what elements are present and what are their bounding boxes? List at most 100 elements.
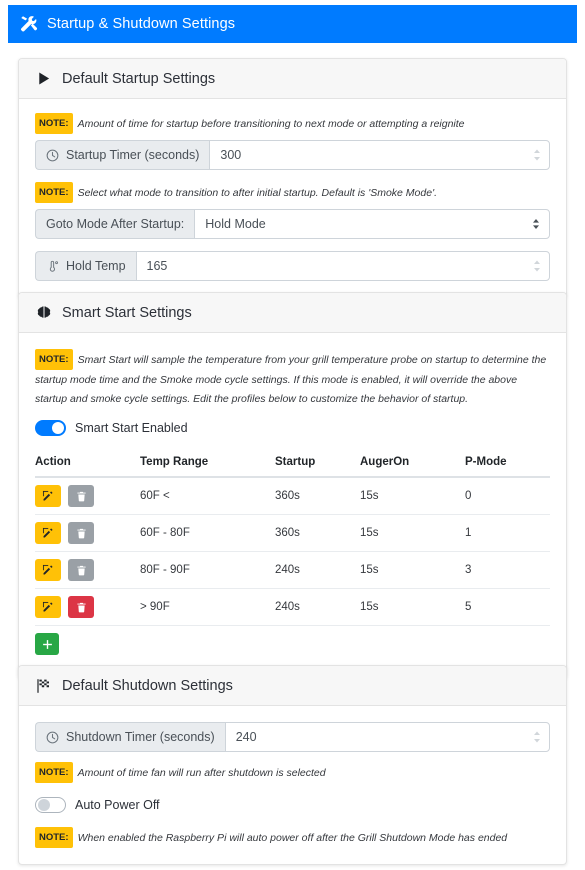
hold-temp-input[interactable]: 165 [135, 251, 550, 281]
shutdown-timer-label: Shutdown Timer (seconds) [66, 730, 215, 744]
number-spinner-icon[interactable] [530, 147, 543, 163]
clock-icon [46, 731, 59, 744]
note-text: Amount of time for startup before transi… [77, 118, 465, 130]
startup-timer-label-addon: Startup Timer (seconds) [35, 140, 210, 170]
column-header-temp-range: Temp Range [140, 450, 275, 478]
startup-section-header[interactable]: Default Startup Settings [19, 59, 566, 99]
startup-timer-note: NOTE: Amount of time for startup before t… [35, 113, 550, 134]
tools-icon [20, 15, 38, 33]
cell-startup: 360s [275, 514, 360, 552]
column-header-startup: Startup [275, 450, 360, 478]
toggle-knob [38, 799, 50, 811]
shutdown-section-body: Shutdown Timer (seconds) 240 NOTE: Amount… [19, 706, 566, 864]
goto-mode-value: Hold Mode [205, 217, 266, 231]
app-title: Startup & Shutdown Settings [47, 16, 236, 32]
shutdown-timer-label-addon: Shutdown Timer (seconds) [35, 722, 225, 752]
shutdown-section-header[interactable]: Default Shutdown Settings [19, 666, 566, 706]
cell-temp-range: > 90F [140, 588, 275, 626]
hold-temp-label-addon: Hold Temp [35, 251, 136, 281]
hold-temp-group: Hold Temp 165 [35, 251, 550, 281]
cell-temp-range: 60F < [140, 477, 275, 515]
hold-temp-label: Hold Temp [66, 259, 126, 273]
smart-start-toggle-label: Smart Start Enabled [75, 421, 188, 435]
startup-section-title: Default Startup Settings [62, 70, 216, 87]
note-text: Smart Start will sample the temperature … [35, 354, 547, 405]
smart-start-section-title: Smart Start Settings [62, 304, 192, 321]
auto-power-off-note: NOTE: When enabled the Raspberry Pi will … [35, 827, 550, 848]
cell-pmode: 0 [465, 477, 550, 515]
number-spinner-icon[interactable] [530, 729, 543, 745]
cell-startup: 360s [275, 477, 360, 515]
delete-profile-button[interactable] [68, 559, 95, 581]
table-header-row: Action Temp Range Startup AugerOn P-Mode [35, 450, 550, 478]
add-profile-button[interactable] [35, 633, 59, 655]
smart-start-section-body: NOTE: Smart Start will sample the tempera… [19, 333, 566, 678]
settings-page: Startup & Shutdown Settings Default Star… [0, 0, 585, 870]
note-badge: NOTE: [35, 762, 73, 783]
goto-mode-label-addon: Goto Mode After Startup: [35, 209, 195, 239]
edit-profile-button[interactable] [35, 485, 61, 507]
table-add-row [35, 626, 550, 663]
toggle-knob [52, 422, 64, 434]
checkered-flag-icon [35, 677, 52, 694]
auto-power-off-toggle[interactable] [35, 797, 66, 813]
column-header-action: Action [35, 450, 140, 478]
note-badge: NOTE: [35, 113, 73, 134]
shutdown-timer-input[interactable]: 240 [224, 722, 550, 752]
startup-timer-value: 300 [220, 148, 242, 162]
cell-augeron: 15s [360, 477, 465, 515]
table-row: > 90F 240s 15s 5 [35, 588, 550, 626]
table-row: 60F < 360s 15s 0 [35, 477, 550, 515]
delete-profile-button[interactable] [68, 485, 95, 507]
column-header-pmode: P-Mode [465, 450, 550, 478]
shutdown-section-title: Default Shutdown Settings [62, 677, 233, 694]
chevron-up-down-icon[interactable] [531, 217, 541, 231]
row-actions [35, 477, 140, 515]
app-header: Startup & Shutdown Settings [8, 5, 577, 43]
smart-start-toggle-row[interactable]: Smart Start Enabled [35, 420, 550, 436]
goto-mode-select[interactable]: Hold Mode [194, 209, 550, 239]
note-text: Amount of time fan will run after shutdo… [77, 767, 326, 779]
delete-profile-button[interactable] [68, 596, 95, 618]
table-row: 60F - 80F 360s 15s 1 [35, 514, 550, 552]
brain-icon [35, 304, 52, 321]
note-badge: NOTE: [35, 182, 73, 203]
goto-mode-label: Goto Mode After Startup: [46, 217, 185, 231]
hold-temp-value: 165 [146, 259, 168, 273]
delete-profile-button[interactable] [68, 522, 95, 544]
edit-profile-button[interactable] [35, 596, 61, 618]
play-triangle-icon[interactable] [35, 70, 52, 87]
smart-start-profiles-table: Action Temp Range Startup AugerOn P-Mode [35, 450, 550, 662]
auto-power-off-label: Auto Power Off [75, 798, 160, 812]
column-header-augeron: AugerOn [360, 450, 465, 478]
cell-pmode: 1 [465, 514, 550, 552]
note-badge: NOTE: [35, 827, 73, 848]
smart-start-toggle[interactable] [35, 420, 66, 436]
edit-profile-button[interactable] [35, 559, 61, 581]
goto-mode-note: NOTE: Select what mode to transition to a… [35, 182, 550, 203]
startup-timer-label: Startup Timer (seconds) [66, 148, 200, 162]
clock-icon [46, 149, 59, 162]
shutdown-timer-note: NOTE: Amount of time fan will run after s… [35, 762, 550, 783]
number-spinner-icon[interactable] [530, 258, 543, 274]
auto-power-off-toggle-row[interactable]: Auto Power Off [35, 797, 550, 813]
shutdown-timer-value: 240 [235, 730, 257, 744]
row-actions [35, 588, 140, 626]
startup-section-body: NOTE: Amount of time for startup before t… [19, 99, 566, 297]
edit-profile-button[interactable] [35, 522, 61, 544]
row-actions [35, 514, 140, 552]
cell-augeron: 15s [360, 551, 465, 589]
startup-timer-group: Startup Timer (seconds) 300 [35, 140, 550, 170]
cell-pmode: 5 [465, 588, 550, 626]
card-default-startup: Default Startup Settings NOTE: Amount of … [18, 58, 567, 298]
cell-augeron: 15s [360, 514, 465, 552]
goto-mode-group: Goto Mode After Startup: Hold Mode [35, 209, 550, 239]
add-profile-cell [35, 626, 550, 663]
card-smart-start: Smart Start Settings NOTE: Smart Start wi… [18, 292, 567, 679]
row-actions [35, 551, 140, 589]
smart-start-section-header[interactable]: Smart Start Settings [19, 293, 566, 333]
cell-startup: 240s [275, 588, 360, 626]
cell-pmode: 3 [465, 551, 550, 589]
cell-temp-range: 80F - 90F [140, 551, 275, 589]
startup-timer-input[interactable]: 300 [209, 140, 550, 170]
